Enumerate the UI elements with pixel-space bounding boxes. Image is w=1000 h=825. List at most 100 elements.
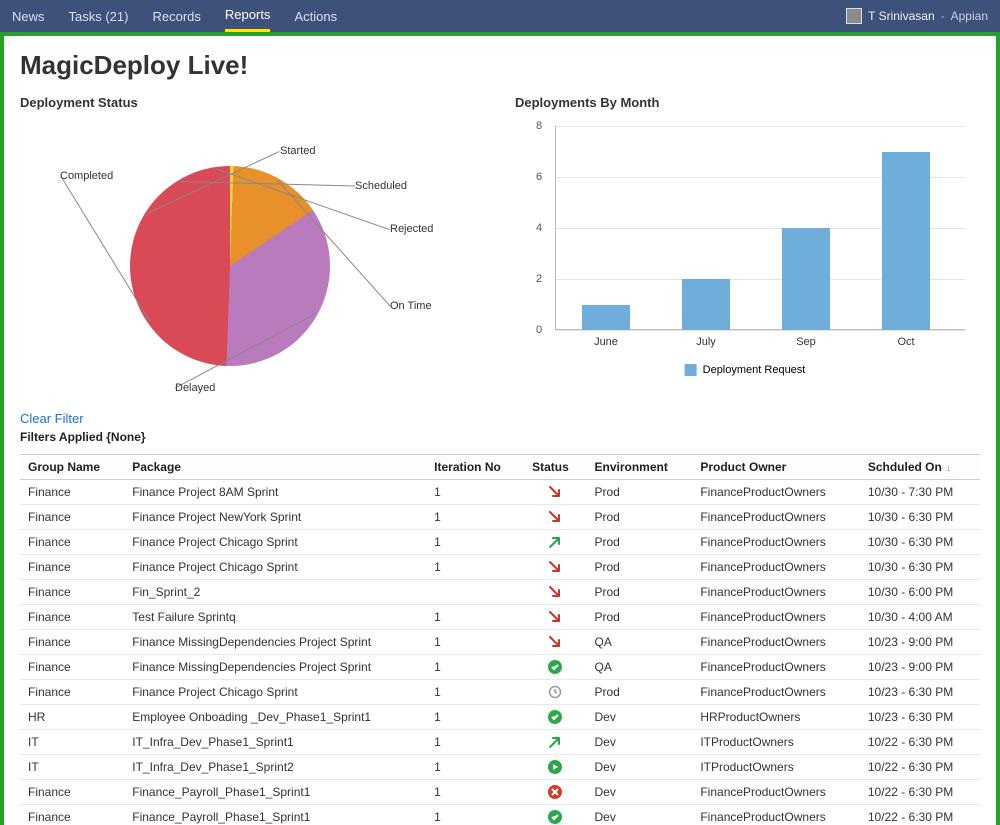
cell-environment: Prod — [587, 480, 693, 505]
cell-iteration: 1 — [426, 630, 524, 655]
table-row[interactable]: FinanceFinance Project NewYork Sprint1Pr… — [20, 505, 980, 530]
y-tick: 0 — [536, 324, 542, 336]
pie-label-completed: Completed — [60, 170, 113, 182]
legend-label: Deployment Request — [703, 364, 806, 376]
cell-owner: FinanceProductOwners — [692, 780, 860, 805]
cell-status — [524, 755, 586, 780]
cell-environment: Dev — [587, 755, 693, 780]
table-row[interactable]: FinanceFinance_Payroll_Phase1_Sprint11De… — [20, 780, 980, 805]
col-schduled-on[interactable]: Schduled On↓ — [860, 455, 980, 480]
cell-package: Finance_Payroll_Phase1_Sprint1 — [124, 805, 426, 825]
cell-group: IT — [20, 730, 124, 755]
cell-scheduled: 10/23 - 6:30 PM — [860, 705, 980, 730]
cell-iteration: 1 — [426, 730, 524, 755]
sort-indicator-icon: ↓ — [946, 463, 951, 474]
cell-package: Test Failure Sprintq — [124, 605, 426, 630]
status-clock-icon — [548, 685, 562, 699]
pie-chart[interactable]: StartedScheduledRejectedOn TimeDelayedCo… — [20, 116, 450, 396]
nav-news[interactable]: News — [12, 2, 45, 31]
cell-package: Finance Project Chicago Sprint — [124, 555, 426, 580]
cell-package: Finance MissingDependencies Project Spri… — [124, 630, 426, 655]
cell-package: Finance Project NewYork Sprint — [124, 505, 426, 530]
cell-status — [524, 605, 586, 630]
nav-tasks-21-[interactable]: Tasks (21) — [69, 2, 129, 31]
user-menu[interactable]: T Srinivasan - Appian — [846, 8, 988, 24]
table-row[interactable]: FinanceFinance MissingDependencies Proje… — [20, 655, 980, 680]
cell-status — [524, 530, 586, 555]
cell-package: Employee Onboading _Dev_Phase1_Sprint1 — [124, 705, 426, 730]
cell-owner: FinanceProductOwners — [692, 630, 860, 655]
bar-chart[interactable]: 02468JuneJulySepOct Deployment Request — [515, 116, 975, 376]
table-row[interactable]: FinanceFinance_Payroll_Phase1_Sprint11De… — [20, 805, 980, 825]
col-iteration-no[interactable]: Iteration No — [426, 455, 524, 480]
col-product-owner[interactable]: Product Owner — [692, 455, 860, 480]
cell-scheduled: 10/30 - 6:30 PM — [860, 505, 980, 530]
nav-actions[interactable]: Actions — [294, 2, 337, 31]
table-row[interactable]: FinanceFinance MissingDependencies Proje… — [20, 630, 980, 655]
bar-july[interactable] — [682, 279, 730, 330]
cell-owner: FinanceProductOwners — [692, 555, 860, 580]
filters-applied-label: Filters Applied {None} — [20, 430, 980, 444]
cell-iteration: 1 — [426, 605, 524, 630]
cell-iteration — [426, 580, 524, 605]
cell-package: Finance_Payroll_Phase1_Sprint1 — [124, 780, 426, 805]
bar-oct[interactable] — [882, 152, 930, 331]
cell-group: Finance — [20, 580, 124, 605]
cell-scheduled: 10/23 - 9:00 PM — [860, 655, 980, 680]
cell-scheduled: 10/22 - 6:30 PM — [860, 730, 980, 755]
col-status[interactable]: Status — [524, 455, 586, 480]
y-tick: 2 — [536, 273, 542, 285]
status-down-icon — [548, 585, 562, 599]
status-down-icon — [548, 560, 562, 574]
cell-owner: FinanceProductOwners — [692, 480, 860, 505]
cell-owner: FinanceProductOwners — [692, 580, 860, 605]
cell-iteration: 1 — [426, 780, 524, 805]
cell-iteration: 1 — [426, 555, 524, 580]
cell-scheduled: 10/30 - 4:00 AM — [860, 605, 980, 630]
cell-scheduled: 10/30 - 6:30 PM — [860, 555, 980, 580]
deployments-table: Group NamePackageIteration NoStatusEnvir… — [20, 454, 980, 825]
bar-sep[interactable] — [782, 228, 830, 330]
cell-group: Finance — [20, 605, 124, 630]
table-row[interactable]: ITIT_Infra_Dev_Phase1_Sprint11DevITProdu… — [20, 730, 980, 755]
deployment-status-chart: Deployment Status StartedScheduledReject… — [20, 95, 485, 396]
cell-scheduled: 10/30 - 6:00 PM — [860, 580, 980, 605]
col-package[interactable]: Package — [124, 455, 426, 480]
table-row[interactable]: HREmployee Onboading _Dev_Phase1_Sprint1… — [20, 705, 980, 730]
cell-owner: FinanceProductOwners — [692, 680, 860, 705]
col-group-name[interactable]: Group Name — [20, 455, 124, 480]
cell-status — [524, 730, 586, 755]
cell-package: Fin_Sprint_2 — [124, 580, 426, 605]
nav-records[interactable]: Records — [152, 2, 200, 31]
pie-label-delayed: Delayed — [175, 382, 215, 394]
table-row[interactable]: FinanceTest Failure Sprintq1ProdFinanceP… — [20, 605, 980, 630]
cell-scheduled: 10/30 - 6:30 PM — [860, 530, 980, 555]
page-title: MagicDeploy Live! — [20, 50, 980, 81]
bar-june[interactable] — [582, 305, 630, 331]
cell-environment: Prod — [587, 605, 693, 630]
cell-group: Finance — [20, 480, 124, 505]
cell-environment: Prod — [587, 530, 693, 555]
cell-package: Finance Project 8AM Sprint — [124, 480, 426, 505]
table-row[interactable]: FinanceFin_Sprint_2ProdFinanceProductOwn… — [20, 580, 980, 605]
table-row[interactable]: ITIT_Infra_Dev_Phase1_Sprint21DevITProdu… — [20, 755, 980, 780]
clear-filter-link[interactable]: Clear Filter — [20, 411, 84, 426]
x-tick: Oct — [876, 336, 936, 348]
cell-status — [524, 655, 586, 680]
nav-reports[interactable]: Reports — [225, 0, 271, 32]
cell-scheduled: 10/30 - 7:30 PM — [860, 480, 980, 505]
table-row[interactable]: FinanceFinance Project Chicago Sprint1Pr… — [20, 555, 980, 580]
cell-owner: ITProductOwners — [692, 730, 860, 755]
cell-scheduled: 10/23 - 9:00 PM — [860, 630, 980, 655]
bar-legend: Deployment Request — [685, 364, 806, 376]
cell-environment: Dev — [587, 780, 693, 805]
cell-scheduled: 10/23 - 6:30 PM — [860, 680, 980, 705]
table-row[interactable]: FinanceFinance Project Chicago Sprint1Pr… — [20, 680, 980, 705]
col-environment[interactable]: Environment — [587, 455, 693, 480]
deployments-by-month-chart: Deployments By Month 02468JuneJulySepOct… — [515, 95, 980, 396]
table-row[interactable]: FinanceFinance Project Chicago Sprint1Pr… — [20, 530, 980, 555]
status-up-icon — [548, 535, 562, 549]
brand-label: Appian — [951, 9, 988, 23]
cell-iteration: 1 — [426, 755, 524, 780]
table-row[interactable]: FinanceFinance Project 8AM Sprint1ProdFi… — [20, 480, 980, 505]
